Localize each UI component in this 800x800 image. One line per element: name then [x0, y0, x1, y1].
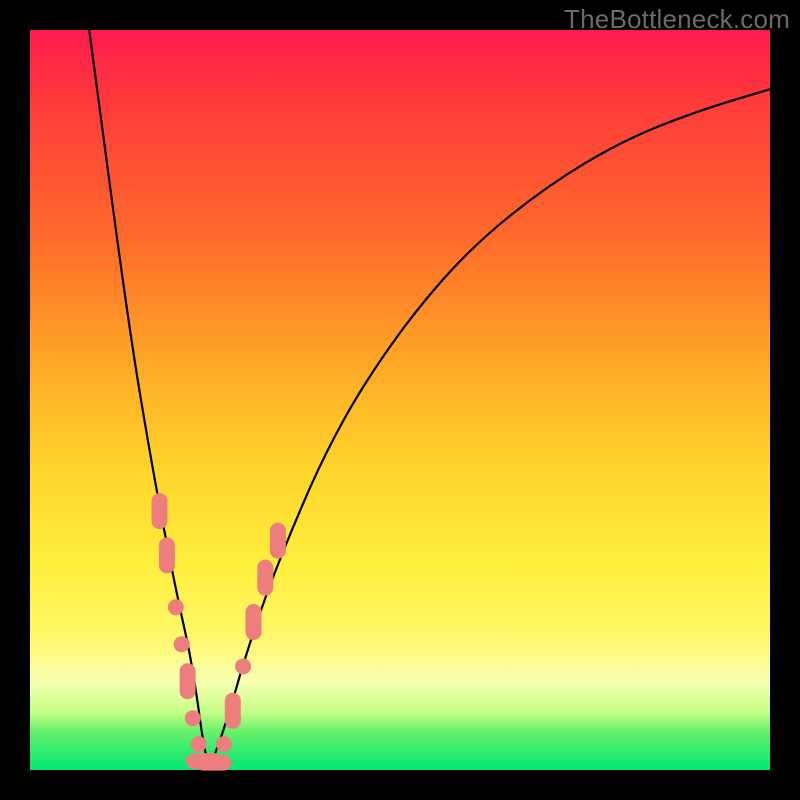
curve-marker — [235, 658, 251, 674]
chart-frame: TheBottleneck.com — [0, 0, 800, 800]
curve-marker — [196, 755, 232, 771]
curve-marker — [246, 604, 262, 640]
marker-group — [152, 493, 286, 771]
curve-marker — [159, 537, 175, 573]
curve-marker — [257, 560, 273, 596]
curve-marker — [225, 693, 241, 729]
curve-marker — [185, 710, 201, 726]
bottleneck-curve — [89, 30, 770, 764]
curve-marker — [174, 636, 190, 652]
curve-marker — [152, 493, 168, 529]
curve-marker — [180, 663, 196, 699]
curve-layer — [30, 30, 770, 770]
plot-area — [30, 30, 770, 770]
curve-marker — [216, 736, 232, 752]
curve-marker — [191, 736, 207, 752]
curve-marker — [168, 599, 184, 615]
curve-marker — [270, 523, 286, 559]
